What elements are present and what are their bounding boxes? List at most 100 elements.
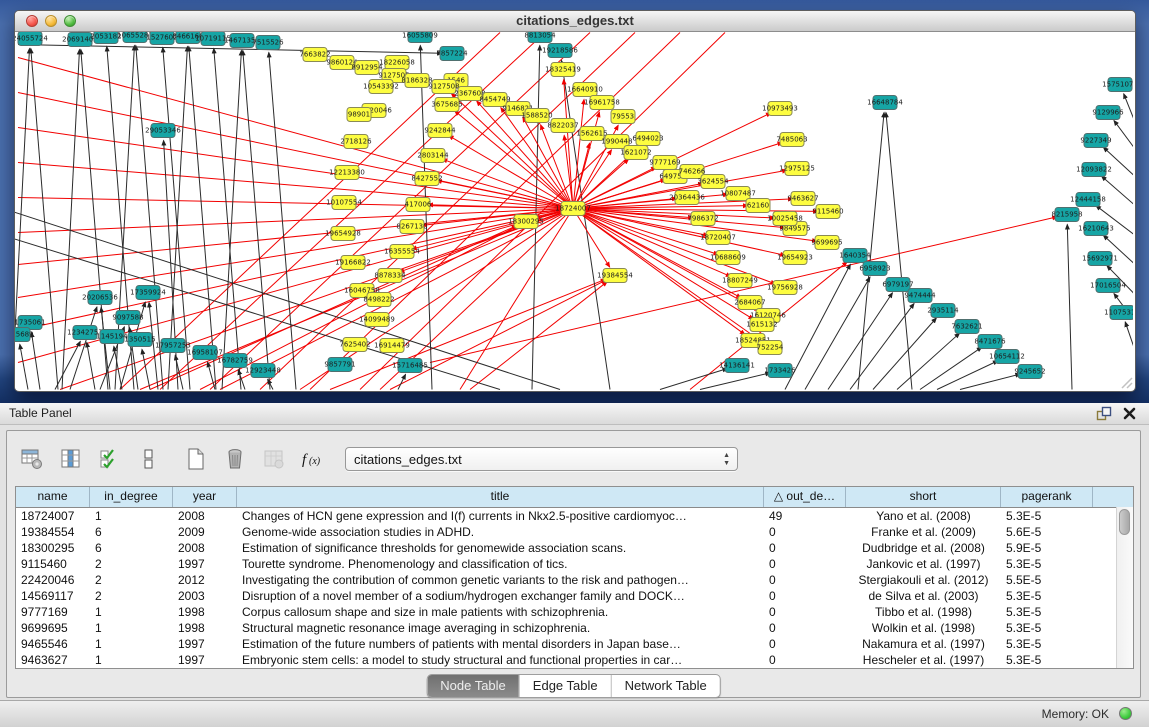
table-row[interactable]: 946362711997Embryonic stem cells: a mode… xyxy=(16,652,1133,668)
table-row[interactable]: 977716911998Corpus callosum shape and si… xyxy=(16,604,1133,620)
network-node[interactable]: 2718126 xyxy=(340,135,372,149)
show-columns-icon[interactable] xyxy=(58,446,84,472)
network-node[interactable]: 3624554 xyxy=(697,175,729,189)
network-node[interactable]: 16640910 xyxy=(567,83,603,97)
network-node[interactable]: 8215958 xyxy=(1051,208,1082,222)
network-node[interactable]: 752254 xyxy=(757,341,784,355)
table-row[interactable]: 1872400712008Changes of HCN gene express… xyxy=(16,508,1133,524)
network-node[interactable]: 15751074 xyxy=(1102,78,1133,92)
column-header-year[interactable]: year xyxy=(173,487,237,507)
network-node[interactable]: 9699695 xyxy=(811,236,842,250)
column-header-pagerank[interactable]: pagerank xyxy=(1001,487,1093,507)
network-node[interactable]: 3675685 xyxy=(431,98,462,112)
network-node[interactable]: 17359924 xyxy=(130,286,166,300)
network-node[interactable]: 16961758 xyxy=(584,96,620,110)
column-header-short[interactable]: short xyxy=(846,487,1001,507)
table-panel-header[interactable]: Table Panel xyxy=(0,403,1149,425)
table-row[interactable]: 1456911722003Disruption of a novel membe… xyxy=(16,588,1133,604)
network-node[interactable]: 29053346 xyxy=(145,124,181,138)
network-node[interactable]: 8427552 xyxy=(411,172,442,186)
network-node[interactable]: 7857224 xyxy=(436,47,468,61)
network-node[interactable]: 1640354 xyxy=(839,249,871,263)
network-node[interactable]: 1615132 xyxy=(746,318,777,332)
network-node[interactable]: 24055724 xyxy=(15,32,48,46)
table-row[interactable]: 1938455462009Genome-wide association stu… xyxy=(16,524,1133,540)
table-row[interactable]: 946554611997Estimation of the future num… xyxy=(16,636,1133,652)
network-node[interactable]: 19654923 xyxy=(777,251,813,265)
tab-node-table[interactable]: Node Table xyxy=(427,675,519,697)
network-node[interactable]: 6494023 xyxy=(632,132,663,146)
column-header-name[interactable]: name xyxy=(16,487,90,507)
function-builder-icon[interactable]: f (x) xyxy=(300,446,326,472)
network-node[interactable]: 9227349 xyxy=(1080,134,1111,148)
network-node[interactable]: 12093822 xyxy=(1076,163,1112,177)
network-node[interactable]: 16914479 xyxy=(374,339,410,353)
import-table-icon[interactable] xyxy=(261,446,287,472)
row-height-icon[interactable] xyxy=(136,446,162,472)
network-node[interactable]: 9777169 xyxy=(649,156,680,170)
attribute-table[interactable]: namein_degreeyeartitle△ out_de…shortpage… xyxy=(15,486,1134,669)
network-node[interactable]: 17016504 xyxy=(1090,279,1126,293)
network-node[interactable]: 62160 xyxy=(746,199,770,213)
column-header-out_degree[interactable]: △ out_de… xyxy=(764,487,846,507)
table-row[interactable]: 969969511998Structural magnetic resonanc… xyxy=(16,620,1133,636)
network-node[interactable]: 9097588 xyxy=(112,311,143,325)
network-node[interactable]: 10654112 xyxy=(989,350,1025,364)
network-node[interactable]: 8813054 xyxy=(524,32,556,43)
column-header-in_degree[interactable]: in_degree xyxy=(90,487,173,507)
select-all-icon[interactable] xyxy=(97,446,123,472)
network-node[interactable]: 14136141 xyxy=(719,359,755,373)
network-node[interactable]: 16210643 xyxy=(1078,222,1114,236)
delete-column-icon[interactable] xyxy=(222,446,248,472)
network-canvas[interactable]: 2405572420691406205318210655287152760284… xyxy=(15,32,1133,390)
network-node[interactable]: 10543392 xyxy=(363,80,399,94)
close-window-button[interactable] xyxy=(26,15,38,27)
network-node[interactable]: 16355554 xyxy=(384,245,420,259)
network-node[interactable]: 7625402 xyxy=(339,338,370,352)
network-node[interactable]: 10688609 xyxy=(710,251,746,265)
network-node[interactable]: 7515526 xyxy=(252,36,284,50)
network-node[interactable]: 7485063 xyxy=(776,133,807,147)
network-node[interactable]: 1621072 xyxy=(620,146,651,160)
network-node[interactable]: 9474444 xyxy=(904,289,936,303)
network-node[interactable]: 6958923 xyxy=(859,262,890,276)
network-node[interactable]: 9245652 xyxy=(1014,365,1045,379)
new-column-icon[interactable] xyxy=(183,446,209,472)
network-node[interactable]: 8498222 xyxy=(363,293,394,307)
network-node[interactable]: 19654928 xyxy=(325,227,361,241)
network-window[interactable]: citations_edges.txt 24055724206914062053… xyxy=(14,10,1136,392)
network-node[interactable]: 8822037 xyxy=(547,119,578,133)
network-node[interactable]: 2684067 xyxy=(734,296,765,310)
table-row[interactable]: 1830029562008Estimation of significance … xyxy=(16,540,1133,556)
network-node[interactable]: 8471676 xyxy=(974,335,1006,349)
network-node[interactable]: 8878334 xyxy=(374,269,406,283)
network-node[interactable]: 18720407 xyxy=(700,231,736,245)
network-node[interactable]: 18325419 xyxy=(545,63,581,77)
window-resize-grip[interactable] xyxy=(1119,375,1133,389)
network-node[interactable]: 9463627 xyxy=(787,192,818,206)
network-node[interactable]: 79553 xyxy=(611,110,635,124)
network-node[interactable]: 17957253 xyxy=(155,339,191,353)
network-node[interactable]: 15716485 xyxy=(392,359,428,373)
network-node[interactable]: 19384554 xyxy=(597,269,633,283)
network-node[interactable]: 12975125 xyxy=(779,162,815,176)
network-node[interactable]: 1588520 xyxy=(521,109,552,123)
network-node[interactable]: 1115689 xyxy=(15,328,34,342)
network-node[interactable]: 9857791 xyxy=(324,358,355,372)
network-node[interactable]: 11075311 xyxy=(1104,306,1133,320)
table-mode-icon[interactable] xyxy=(19,446,45,472)
table-selector-dropdown[interactable]: citations_edges.txt ▲▼ xyxy=(345,447,738,471)
tab-network-table[interactable]: Network Table xyxy=(611,675,720,697)
network-node[interactable]: 417006 xyxy=(405,198,432,212)
close-panel-icon[interactable] xyxy=(1122,406,1137,421)
table-row[interactable]: 2242004622012Investigating the contribut… xyxy=(16,572,1133,588)
minimize-window-button[interactable] xyxy=(45,15,57,27)
network-node[interactable]: 9242844 xyxy=(424,124,456,138)
zoom-window-button[interactable] xyxy=(64,15,76,27)
network-node[interactable]: 10973493 xyxy=(762,102,798,116)
network-node[interactable]: 14099489 xyxy=(359,313,395,327)
network-node[interactable]: 20206536 xyxy=(82,291,118,305)
network-node[interactable]: 9129966 xyxy=(1092,106,1124,120)
network-node[interactable]: 2803144 xyxy=(417,149,449,163)
network-node[interactable]: 19218586 xyxy=(542,44,578,58)
